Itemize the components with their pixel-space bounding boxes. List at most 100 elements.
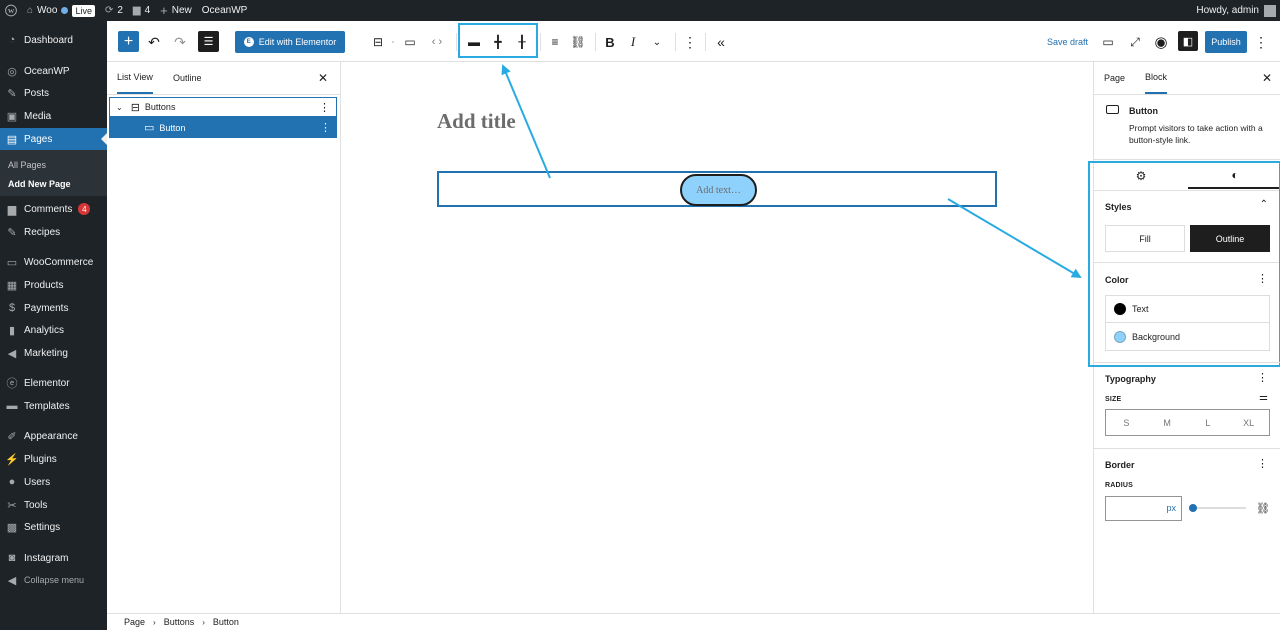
size-option-s[interactable]: S <box>1106 418 1147 428</box>
buttons-block[interactable]: Add text… <box>437 171 997 207</box>
publish-button[interactable]: Publish <box>1205 31 1247 53</box>
size-option-m[interactable]: M <box>1147 418 1188 428</box>
menu-posts[interactable]: ✎ Posts <box>0 82 107 104</box>
menu-products[interactable]: ▦ Products <box>0 274 107 296</box>
button-text-field[interactable]: Add text… <box>680 174 757 206</box>
comments-count-badge: 4 <box>78 203 91 215</box>
menu-payments[interactable]: $ Payments <box>0 297 107 319</box>
pin-icon: ✎ <box>7 87 17 100</box>
italic-button[interactable]: I <box>626 31 640 53</box>
oceanwp-settings-button[interactable]: ◉ <box>1152 31 1170 53</box>
menu-tools[interactable]: ✂ Tools <box>0 494 107 516</box>
buttons-parent-button[interactable]: ⊟ <box>370 31 386 53</box>
move-arrows-button[interactable]: ‹ › <box>427 31 447 53</box>
redo-button[interactable]: ↷ <box>173 31 187 53</box>
menu-comments[interactable]: ▆ Comments 4 <box>0 198 107 220</box>
button-block-icon: ▭ <box>144 122 155 134</box>
menu-oceanwp[interactable]: ◎ OceanWP <box>0 60 107 82</box>
menu-recipes[interactable]: ✎ Recipes <box>0 221 107 243</box>
menu-media[interactable]: ▣ Media <box>0 105 107 127</box>
more-rich-text-button[interactable]: ⌄ <box>650 31 664 53</box>
menu-pages[interactable]: ▤ Pages <box>0 128 107 150</box>
radius-slider[interactable] <box>1189 504 1246 512</box>
comments-link[interactable]: ▆ 4 <box>128 0 155 21</box>
site-name-link[interactable]: ⌂ Woo Live <box>22 0 100 21</box>
menu-dashboard[interactable]: ◔ Dashboard <box>0 29 107 51</box>
chevron-down-icon: ⌄ <box>652 36 662 48</box>
preview-device-button[interactable]: ▭ <box>1099 31 1117 53</box>
post-title-field[interactable]: Add title <box>437 109 516 134</box>
submenu-add-new-page[interactable]: Add New Page <box>0 174 107 193</box>
wp-logo-icon[interactable]: W <box>0 0 22 21</box>
breadcrumb-page[interactable]: Page <box>124 617 145 627</box>
menu-templates[interactable]: ▬ Templates <box>0 395 107 417</box>
chevron-down-icon: ⌄ <box>116 102 123 112</box>
breadcrumb-buttons[interactable]: Buttons <box>164 617 195 627</box>
menu-marketing[interactable]: ◀ Marketing <box>0 342 107 364</box>
buttons-block-icon: ⊟ <box>372 35 384 49</box>
sliders-icon[interactable]: ⚌ <box>1259 392 1268 403</box>
menu-elementor[interactable]: ⓔ Elementor <box>0 372 107 394</box>
menu-instagram[interactable]: ◙ Instagram <box>0 547 107 569</box>
chevron-right-icon: › <box>202 617 205 627</box>
edit-with-elementor-button[interactable]: E Edit with Elementor <box>235 31 345 53</box>
drag-handle[interactable]: ⋅ <box>389 31 397 53</box>
kebab-icon: ⋮ <box>1254 33 1268 50</box>
admin-bar: W ⌂ Woo Live ⟳ 2 ▆ 4 + New OceanWP Howdy… <box>0 0 1280 21</box>
link-button[interactable]: ⛓ <box>569 31 587 53</box>
kebab-icon[interactable]: ⋮ <box>320 121 331 134</box>
list-item-button[interactable]: ▭ Button ⋮ <box>109 117 337 138</box>
tab-list-view[interactable]: List View <box>117 62 153 94</box>
settings-icon: ▩ <box>6 521 18 534</box>
menu-settings[interactable]: ▩ Settings <box>0 516 107 538</box>
options-menu-button[interactable]: ⋮ <box>1254 31 1268 53</box>
bold-button[interactable]: B <box>603 31 617 53</box>
toolbar-divider <box>595 33 596 51</box>
comment-icon: ▆ <box>132 5 141 16</box>
updates-link[interactable]: ⟳ 2 <box>100 0 128 21</box>
size-option-l[interactable]: L <box>1188 418 1229 428</box>
font-size-picker: S M L XL <box>1105 409 1270 436</box>
kebab-icon[interactable]: ⋮ <box>1257 457 1268 470</box>
toolbar-divider <box>705 33 706 51</box>
tab-block[interactable]: Block <box>1145 62 1168 94</box>
close-icon[interactable]: ✕ <box>1262 71 1272 85</box>
collapse-toolbar-button[interactable]: « <box>713 31 729 53</box>
menu-woocommerce[interactable]: ▭ WooCommerce <box>0 251 107 273</box>
radius-input[interactable]: px <box>1105 496 1182 521</box>
undo-button[interactable]: ↶ <box>147 31 161 53</box>
button-block-icon <box>1106 105 1119 114</box>
close-icon[interactable]: ✕ <box>318 71 328 85</box>
folder-icon: ▬ <box>6 400 18 412</box>
kebab-icon[interactable]: ⋮ <box>319 101 330 114</box>
view-page-button[interactable]: ⤢ <box>1126 31 1144 53</box>
collapse-menu-button[interactable]: ◀ Collapse menu <box>0 569 107 591</box>
save-draft-button[interactable]: Save draft <box>1047 35 1088 49</box>
menu-appearance[interactable]: ✐ Appearance <box>0 425 107 447</box>
tab-page[interactable]: Page <box>1104 62 1125 94</box>
slider-thumb[interactable] <box>1189 504 1197 512</box>
tab-outline[interactable]: Outline <box>173 62 202 94</box>
block-description: Prompt visitors to take action with a bu… <box>1129 123 1263 145</box>
block-options-button[interactable]: ⋮ <box>683 31 697 53</box>
add-block-button[interactable]: + <box>118 31 139 52</box>
new-content-link[interactable]: + New <box>155 0 197 21</box>
submenu-all-pages[interactable]: All Pages <box>0 155 107 174</box>
kebab-icon[interactable]: ⋮ <box>1257 371 1268 384</box>
link-icon[interactable]: ⛓ <box>1256 502 1270 515</box>
settings-sidebar-toggle[interactable]: ◧ <box>1178 31 1198 51</box>
menu-users[interactable]: ● Users <box>0 471 107 493</box>
menu-plugins[interactable]: ⚡ Plugins <box>0 448 107 470</box>
breadcrumb-button[interactable]: Button <box>213 617 239 627</box>
pages-submenu: All Pages Add New Page <box>0 150 107 196</box>
panel-divider <box>1094 448 1280 449</box>
account-menu[interactable]: Howdy, admin <box>1196 0 1276 21</box>
document-overview-button[interactable]: ☰ <box>198 31 219 52</box>
panel-divider <box>1094 94 1280 95</box>
size-option-xl[interactable]: XL <box>1228 418 1269 428</box>
menu-analytics[interactable]: ▮ Analytics <box>0 319 107 341</box>
theme-link[interactable]: OceanWP <box>197 0 253 21</box>
list-item-buttons[interactable]: ⌄ ⊟ Buttons ⋮ <box>109 97 337 117</box>
text-align-button[interactable]: ≡ <box>547 31 563 53</box>
block-type-button[interactable]: ▭ <box>402 31 418 53</box>
